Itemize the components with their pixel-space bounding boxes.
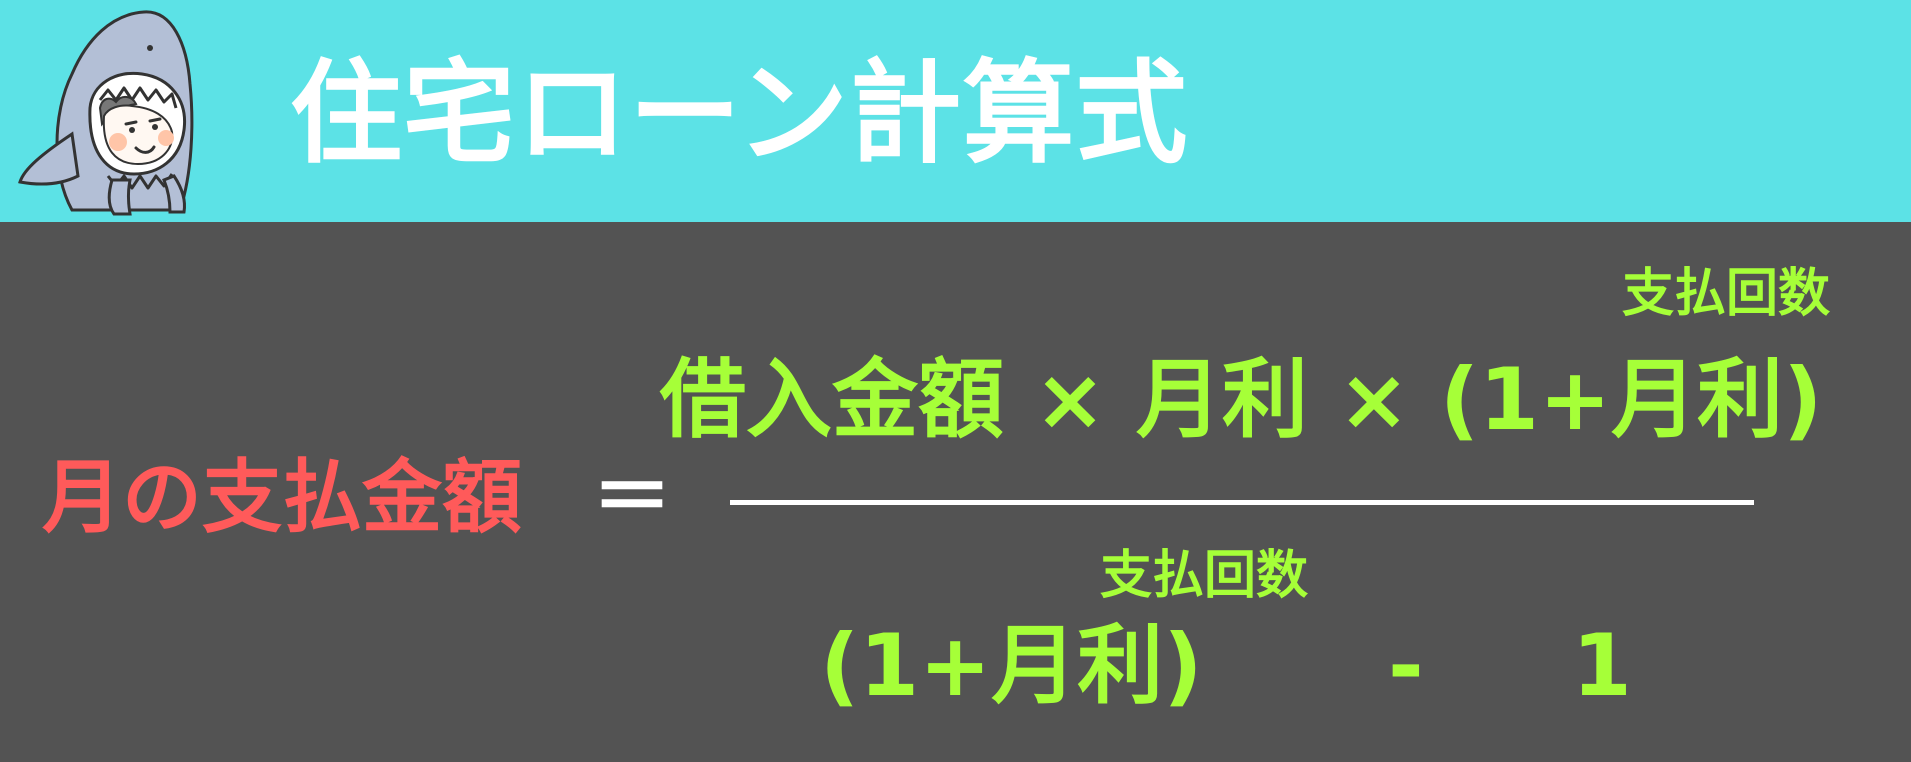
shark-costume-character-icon bbox=[18, 10, 194, 216]
numerator-expression: 借入金額 × 月利 × (1+月利) bbox=[660, 350, 1823, 450]
fraction-bar bbox=[730, 500, 1754, 505]
monthly-payment-label: 月の支払金額 bbox=[42, 451, 522, 544]
formula-panel: 月の支払金額 ＝ 支払回数 借入金額 × 月利 × (1+月利) 支払回数 (1… bbox=[0, 222, 1911, 762]
denominator-one: 1 bbox=[1572, 616, 1632, 716]
numerator-exponent: 支払回数 bbox=[1622, 264, 1831, 324]
equals-sign: ＝ bbox=[592, 451, 672, 544]
header-banner: 住宅ローン計算式 bbox=[0, 0, 1911, 222]
denominator-exponent: 支払回数 bbox=[1100, 546, 1309, 606]
denominator-base: (1+月利) bbox=[820, 616, 1203, 716]
denominator-minus: - bbox=[1388, 616, 1424, 716]
page-title: 住宅ローン計算式 bbox=[290, 49, 1189, 179]
